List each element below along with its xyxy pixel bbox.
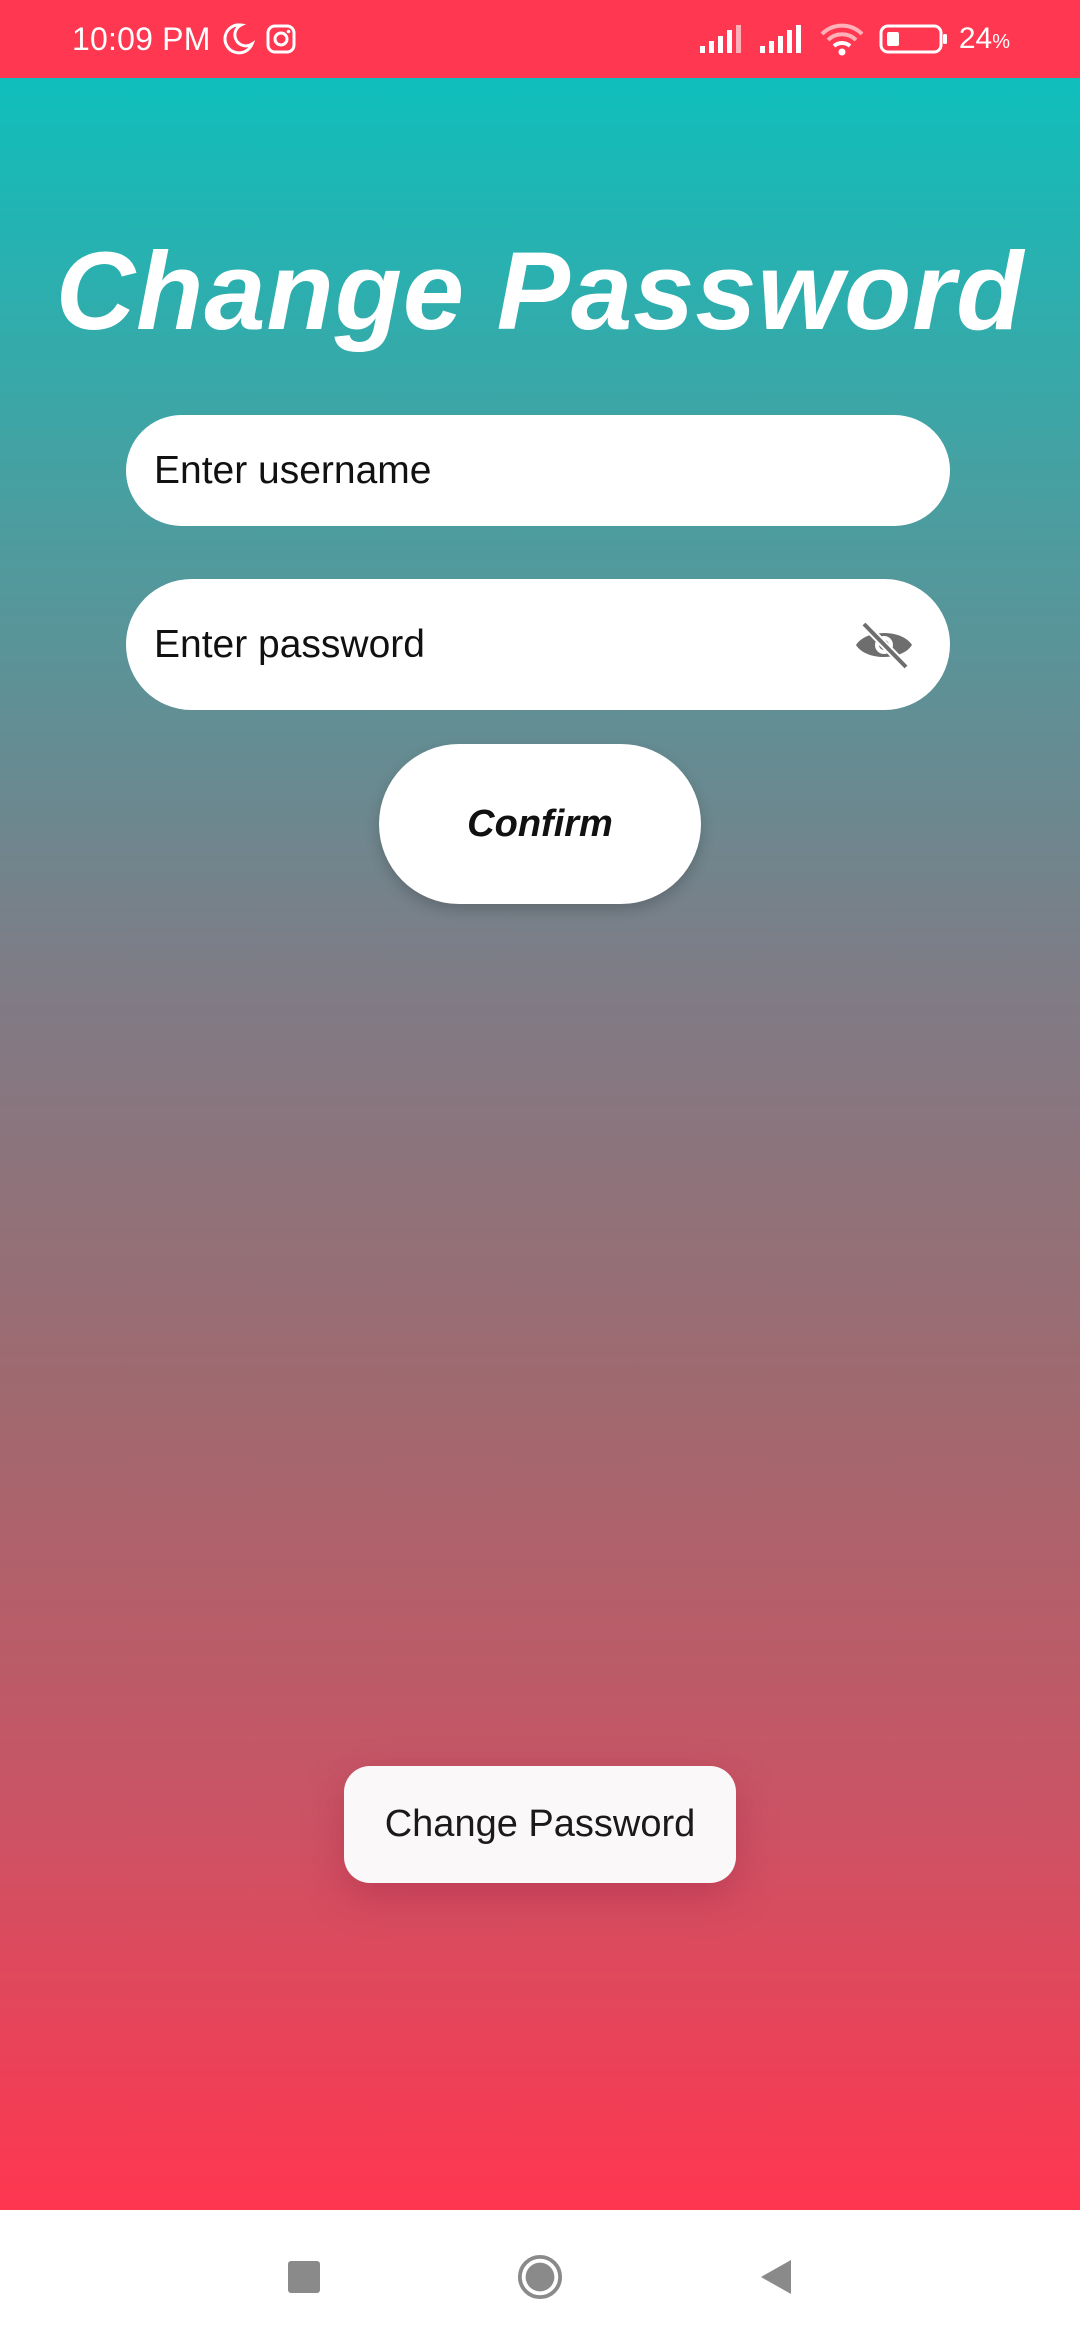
eye-off-icon[interactable] — [852, 619, 916, 671]
change-password-screen: 10:09 PM 24% Change Password Enter usern… — [0, 0, 1080, 2340]
gradient-background: Change Password Enter username Enter pas… — [0, 78, 1080, 2210]
username-placeholder: Enter username — [154, 448, 432, 492]
page-title: Change Password — [55, 230, 1025, 353]
username-field[interactable]: Enter username — [126, 415, 950, 526]
battery-icon — [879, 23, 949, 55]
moon-icon — [221, 22, 255, 56]
back-icon[interactable] — [753, 2254, 799, 2300]
navigation-bar — [0, 2210, 1080, 2340]
status-left: 10:09 PM — [72, 21, 297, 58]
toast-message: Change Password — [344, 1766, 736, 1883]
home-icon[interactable] — [517, 2254, 563, 2300]
confirm-button[interactable]: Confirm — [379, 744, 701, 904]
password-field[interactable]: Enter password — [126, 579, 950, 710]
signal-icon — [759, 24, 805, 54]
password-placeholder: Enter password — [154, 622, 425, 666]
battery-level: 24% — [958, 22, 1010, 55]
instagram-icon — [265, 23, 297, 55]
signal-icon — [699, 24, 745, 54]
status-bar: 10:09 PM 24% — [0, 0, 1080, 78]
status-time: 10:09 PM — [72, 20, 211, 57]
status-right: 24% — [685, 22, 1010, 56]
recents-icon[interactable] — [281, 2254, 327, 2300]
wifi-icon — [819, 22, 865, 56]
